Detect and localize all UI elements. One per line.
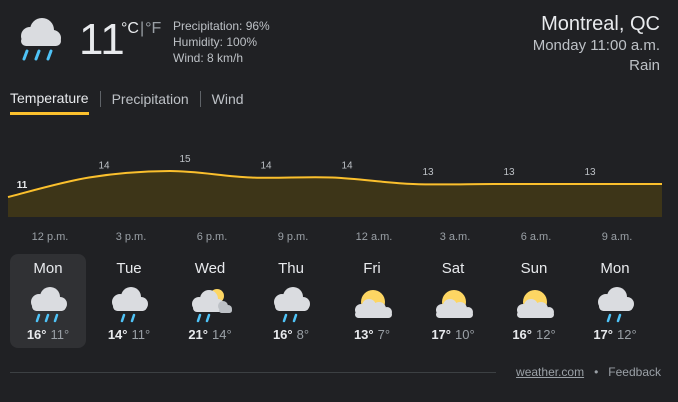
high-temp: 16° — [512, 327, 532, 342]
low-temp: 14° — [212, 327, 232, 342]
forecast-day[interactable]: Sun 16° 12° — [496, 254, 572, 348]
low-temp: 8° — [296, 327, 310, 342]
low-temp: 11° — [131, 327, 151, 342]
chart-value-label: 14 — [341, 161, 353, 172]
rain-cloud-icon — [112, 287, 148, 323]
tab-temperature[interactable]: Temperature — [10, 90, 89, 115]
day-name: Thu — [278, 260, 304, 277]
weather-source-link[interactable]: weather.com — [516, 365, 584, 379]
unit-separator: | — [139, 20, 145, 37]
footer-divider — [10, 372, 496, 373]
feedback-link[interactable]: Feedback — [608, 365, 661, 379]
low-temp: 12° — [617, 327, 637, 342]
high-temp: 17° — [431, 327, 451, 342]
location-time: Monday 11:00 a.m. — [532, 37, 660, 54]
footer: weather.com • Feedback — [516, 365, 661, 379]
tab-precipitation[interactable]: Precipitation — [112, 91, 189, 115]
day-name: Tue — [116, 260, 142, 277]
high-temp: 13° — [353, 327, 374, 342]
partly-cloudy-icon — [517, 290, 554, 318]
low-temp: 11° — [50, 327, 70, 342]
forecast-day[interactable]: Thu 16° 8° — [253, 254, 329, 348]
forecast-day[interactable]: Mon 16° 11° — [10, 254, 86, 348]
sun-cloud-rain-icon — [192, 289, 232, 323]
tab-wind[interactable]: Wind — [212, 91, 244, 115]
chart-time-label: 12 p.m. — [32, 231, 69, 243]
chart-time-label: 6 p.m. — [197, 231, 228, 243]
high-temp: 16° — [272, 327, 293, 342]
fahrenheit-button[interactable]: °F — [145, 20, 161, 37]
day-name: Mon — [600, 260, 630, 277]
partly-cloudy-icon — [355, 290, 392, 318]
precipitation-text: Precipitation: 96% — [173, 19, 270, 33]
chart-tabs: Temperature Precipitation Wind — [10, 90, 244, 115]
tab-divider — [99, 90, 101, 107]
day-name: Wed — [194, 260, 226, 277]
low-temp: 10° — [455, 327, 475, 342]
chart-value-label: 11 — [17, 180, 28, 191]
forecast-day[interactable]: Wed 21° 14° — [172, 254, 248, 348]
rain-cloud-icon — [598, 287, 634, 323]
forecast-day[interactable]: Tue 14° 11° — [91, 254, 167, 348]
chart-value-label: 13 — [422, 167, 434, 178]
partly-cloudy-icon — [436, 290, 473, 318]
forecast-day[interactable]: Sat 17° 10° — [415, 254, 491, 348]
tab-divider — [199, 90, 201, 107]
wind-text: Wind: 8 km/h — [173, 51, 244, 65]
humidity-text: Humidity: 100% — [173, 35, 258, 49]
rain-cloud-icon — [274, 287, 310, 323]
high-temp: 17° — [593, 327, 613, 342]
daily-forecast: Mon 16° 11° Tue 14° 11° Wed 21° 14° Thu 16°… — [8, 254, 672, 350]
location-city: Montreal, QC — [541, 13, 660, 35]
weather-details: Precipitation: 96% Humidity: 100% Wind: … — [173, 18, 270, 66]
chart-time-label: 9 p.m. — [278, 231, 309, 243]
chart-value-label: 14 — [260, 161, 272, 172]
forecast-day[interactable]: Mon 17° 12° — [577, 254, 653, 348]
high-temp: 21° — [188, 327, 208, 342]
chart-time-label: 9 a.m. — [602, 231, 633, 243]
unit-toggle: °C|°F — [121, 20, 161, 38]
current-temperature: 11 — [79, 15, 125, 64]
chart-value-label: 14 — [98, 161, 110, 172]
footer-separator: • — [594, 365, 599, 379]
chart-time-label: 6 a.m. — [521, 231, 552, 243]
temperature-chart: 11 14 15 14 14 13 13 13 12 p.m. 3 p.m. 6 p.m. 9 p.m… — [7, 155, 662, 243]
celsius-button[interactable]: °C — [121, 20, 139, 37]
chart-value-label: 13 — [584, 167, 596, 178]
forecast-day[interactable]: Fri 13° 7° — [334, 254, 410, 348]
location-block: Montreal, QC Monday 11:00 a.m. Rain — [533, 12, 660, 76]
chart-value-label: 15 — [179, 155, 191, 165]
chart-time-label: 3 p.m. — [116, 231, 147, 243]
rain-cloud-icon — [21, 18, 61, 61]
day-name: Sun — [520, 260, 548, 277]
high-temp: 14° — [107, 327, 128, 342]
day-name: Sat — [441, 260, 465, 277]
chart-time-label: 12 a.m. — [356, 231, 393, 243]
chart-time-label: 3 a.m. — [440, 231, 471, 243]
rain-cloud-icon — [31, 287, 67, 323]
location-condition: Rain — [629, 57, 660, 74]
day-name: Fri — [363, 260, 381, 277]
low-temp: 7° — [377, 327, 391, 342]
low-temp: 12° — [536, 327, 556, 342]
chart-value-label: 13 — [503, 167, 515, 178]
day-name: Mon — [33, 260, 63, 277]
high-temp: 16° — [26, 327, 47, 342]
